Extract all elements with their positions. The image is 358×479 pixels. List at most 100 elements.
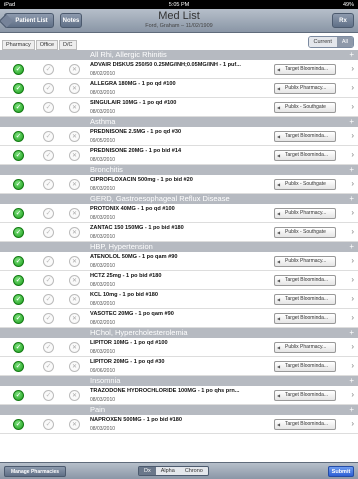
med-row[interactable]: ✓ ✓ ✕ NAPROXEN 500MG - 1 po bid #180 08/03/2… <box>0 415 358 434</box>
pharmacy-select[interactable]: Publix Pharmacy... <box>274 208 336 219</box>
med-list[interactable]: All Rhi, Allergic Rhinitis + ✓ ✓ ✕ ADVAIR DIS… <box>0 50 358 462</box>
pharmacy-select[interactable]: Publix - Southgate <box>274 102 336 113</box>
dc-x-icon[interactable]: ✕ <box>69 256 80 267</box>
med-row[interactable]: ✓ ✓ ✕ ALLEGRA 180MG - 1 po qd #100 08/03/201… <box>0 79 358 98</box>
med-row[interactable]: ✓ ✓ ✕ TRAZODONE HYDROCHLORIDE 100MG - 1 po … <box>0 386 358 405</box>
office-check-icon[interactable]: ✓ <box>43 131 54 142</box>
office-check-icon[interactable]: ✓ <box>43 179 54 190</box>
chevron-right-icon[interactable]: › <box>351 208 354 217</box>
pharmacy-select[interactable]: Publix - Southgate <box>274 179 336 190</box>
plus-icon[interactable]: + <box>349 376 354 386</box>
pharmacy-select[interactable]: Target Bloominda... <box>274 294 336 305</box>
chevron-right-icon[interactable]: › <box>351 150 354 159</box>
pharmacy-select[interactable]: Target Bloominda... <box>274 275 336 286</box>
med-row[interactable]: ✓ ✓ ✕ PROTONIX 40MG - 1 po qd #100 08/03/201… <box>0 204 358 223</box>
office-check-icon[interactable]: ✓ <box>43 342 54 353</box>
sort-chrono[interactable]: Chrono <box>179 467 208 475</box>
pharmacy-check-icon[interactable]: ✓ <box>13 227 24 238</box>
pharmacy-check-icon[interactable]: ✓ <box>13 83 24 94</box>
med-row[interactable]: ✓ ✓ ✕ VASOTEC 20MG - 1 po qam #90 08/02/2010… <box>0 309 358 328</box>
chevron-right-icon[interactable]: › <box>351 294 354 303</box>
office-check-icon[interactable]: ✓ <box>43 227 54 238</box>
col-pharmacy[interactable]: Pharmacy <box>2 40 35 50</box>
plus-icon[interactable]: + <box>349 50 354 60</box>
chevron-right-icon[interactable]: › <box>351 131 354 140</box>
dc-x-icon[interactable]: ✕ <box>69 275 80 286</box>
chevron-right-icon[interactable]: › <box>351 102 354 111</box>
plus-icon[interactable]: + <box>349 328 354 338</box>
office-check-icon[interactable]: ✓ <box>43 83 54 94</box>
dc-x-icon[interactable]: ✕ <box>69 102 80 113</box>
filter-current[interactable]: Current <box>308 37 337 47</box>
chevron-right-icon[interactable]: › <box>351 227 354 236</box>
pharmacy-check-icon[interactable]: ✓ <box>13 150 24 161</box>
dc-x-icon[interactable]: ✕ <box>69 64 80 75</box>
pharmacy-select[interactable]: Target Bloominda... <box>274 419 336 430</box>
manage-pharmacies-button[interactable]: Manage Pharmacies <box>4 466 66 477</box>
dc-x-icon[interactable]: ✕ <box>69 419 80 430</box>
pharmacy-check-icon[interactable]: ✓ <box>13 208 24 219</box>
dc-x-icon[interactable]: ✕ <box>69 150 80 161</box>
pharmacy-check-icon[interactable]: ✓ <box>13 102 24 113</box>
office-check-icon[interactable]: ✓ <box>43 419 54 430</box>
pharmacy-select[interactable]: Target Bloominda... <box>274 150 336 161</box>
pharmacy-check-icon[interactable]: ✓ <box>13 294 24 305</box>
chevron-right-icon[interactable]: › <box>351 179 354 188</box>
office-check-icon[interactable]: ✓ <box>43 294 54 305</box>
dc-x-icon[interactable]: ✕ <box>69 83 80 94</box>
pharmacy-select[interactable]: Target Bloominda... <box>274 313 336 324</box>
sort-alpha[interactable]: Alpha <box>155 467 180 475</box>
rx-button[interactable]: Rx <box>332 13 354 28</box>
med-row[interactable]: ✓ ✓ ✕ LIPITOR 10MG - 1 po qd #100 08/03/2010… <box>0 338 358 357</box>
pharmacy-select[interactable]: Target Bloominda... <box>274 131 336 142</box>
med-row[interactable]: ✓ ✓ ✕ ATENOLOL 50MG - 1 po qam #90 08/03/201… <box>0 252 358 271</box>
plus-icon[interactable]: + <box>349 405 354 415</box>
med-row[interactable]: ✓ ✓ ✕ PREDNISONE 20MG - 1 po bid #14 08/03/2… <box>0 146 358 165</box>
pharmacy-select[interactable]: Target Bloominda... <box>274 361 336 372</box>
sort-dx[interactable]: Dx <box>139 467 156 475</box>
pharmacy-select[interactable]: Target Bloominda... <box>274 64 336 75</box>
med-row[interactable]: ✓ ✓ ✕ KCL 10mg - 1 po bid #180 08/03/2010 Tar… <box>0 290 358 309</box>
filter-all[interactable]: All <box>336 37 353 47</box>
pharmacy-select[interactable]: Publix - Southgate <box>274 227 336 238</box>
dc-x-icon[interactable]: ✕ <box>69 179 80 190</box>
dc-x-icon[interactable]: ✕ <box>69 361 80 372</box>
office-check-icon[interactable]: ✓ <box>43 313 54 324</box>
office-check-icon[interactable]: ✓ <box>43 64 54 75</box>
pharmacy-check-icon[interactable]: ✓ <box>13 256 24 267</box>
chevron-right-icon[interactable]: › <box>351 64 354 73</box>
chevron-right-icon[interactable]: › <box>351 419 354 428</box>
office-check-icon[interactable]: ✓ <box>43 208 54 219</box>
office-check-icon[interactable]: ✓ <box>43 361 54 372</box>
dc-x-icon[interactable]: ✕ <box>69 390 80 401</box>
dc-x-icon[interactable]: ✕ <box>69 227 80 238</box>
dc-x-icon[interactable]: ✕ <box>69 313 80 324</box>
chevron-right-icon[interactable]: › <box>351 361 354 370</box>
col-office[interactable]: Office <box>35 40 59 50</box>
plus-icon[interactable]: + <box>349 194 354 204</box>
dc-x-icon[interactable]: ✕ <box>69 294 80 305</box>
pharmacy-check-icon[interactable]: ✓ <box>13 419 24 430</box>
pharmacy-select[interactable]: Target Bloominda... <box>274 390 336 401</box>
pharmacy-check-icon[interactable]: ✓ <box>13 131 24 142</box>
office-check-icon[interactable]: ✓ <box>43 102 54 113</box>
med-row[interactable]: ✓ ✓ ✕ ZANTAC 150 150MG - 1 po bid #180 08/03… <box>0 223 358 242</box>
office-check-icon[interactable]: ✓ <box>43 275 54 286</box>
pharmacy-check-icon[interactable]: ✓ <box>13 313 24 324</box>
chevron-right-icon[interactable]: › <box>351 256 354 265</box>
pharmacy-select[interactable]: Publix Pharmacy... <box>274 256 336 267</box>
med-row[interactable]: ✓ ✓ ✕ SINGULAIR 10MG - 1 po qd #100 08/03/20… <box>0 98 358 117</box>
chevron-right-icon[interactable]: › <box>351 390 354 399</box>
pharmacy-check-icon[interactable]: ✓ <box>13 275 24 286</box>
chevron-right-icon[interactable]: › <box>351 342 354 351</box>
pharmacy-select[interactable]: Publix Pharmacy... <box>274 83 336 94</box>
dc-x-icon[interactable]: ✕ <box>69 342 80 353</box>
col-dc[interactable]: D/C <box>59 40 77 50</box>
pharmacy-check-icon[interactable]: ✓ <box>13 342 24 353</box>
med-row[interactable]: ✓ ✓ ✕ LIPITOR 20MG - 1 po qd #30 09/06/2010 T… <box>0 357 358 376</box>
pharmacy-check-icon[interactable]: ✓ <box>13 361 24 372</box>
med-row[interactable]: ✓ ✓ ✕ PREDNISONE 2.5MG - 1 po qd #30 09/05/2… <box>0 127 358 146</box>
office-check-icon[interactable]: ✓ <box>43 390 54 401</box>
med-row[interactable]: ✓ ✓ ✕ ADVAIR DISKUS 250/50 0.25MG/INH;0.05M… <box>0 60 358 79</box>
office-check-icon[interactable]: ✓ <box>43 256 54 267</box>
